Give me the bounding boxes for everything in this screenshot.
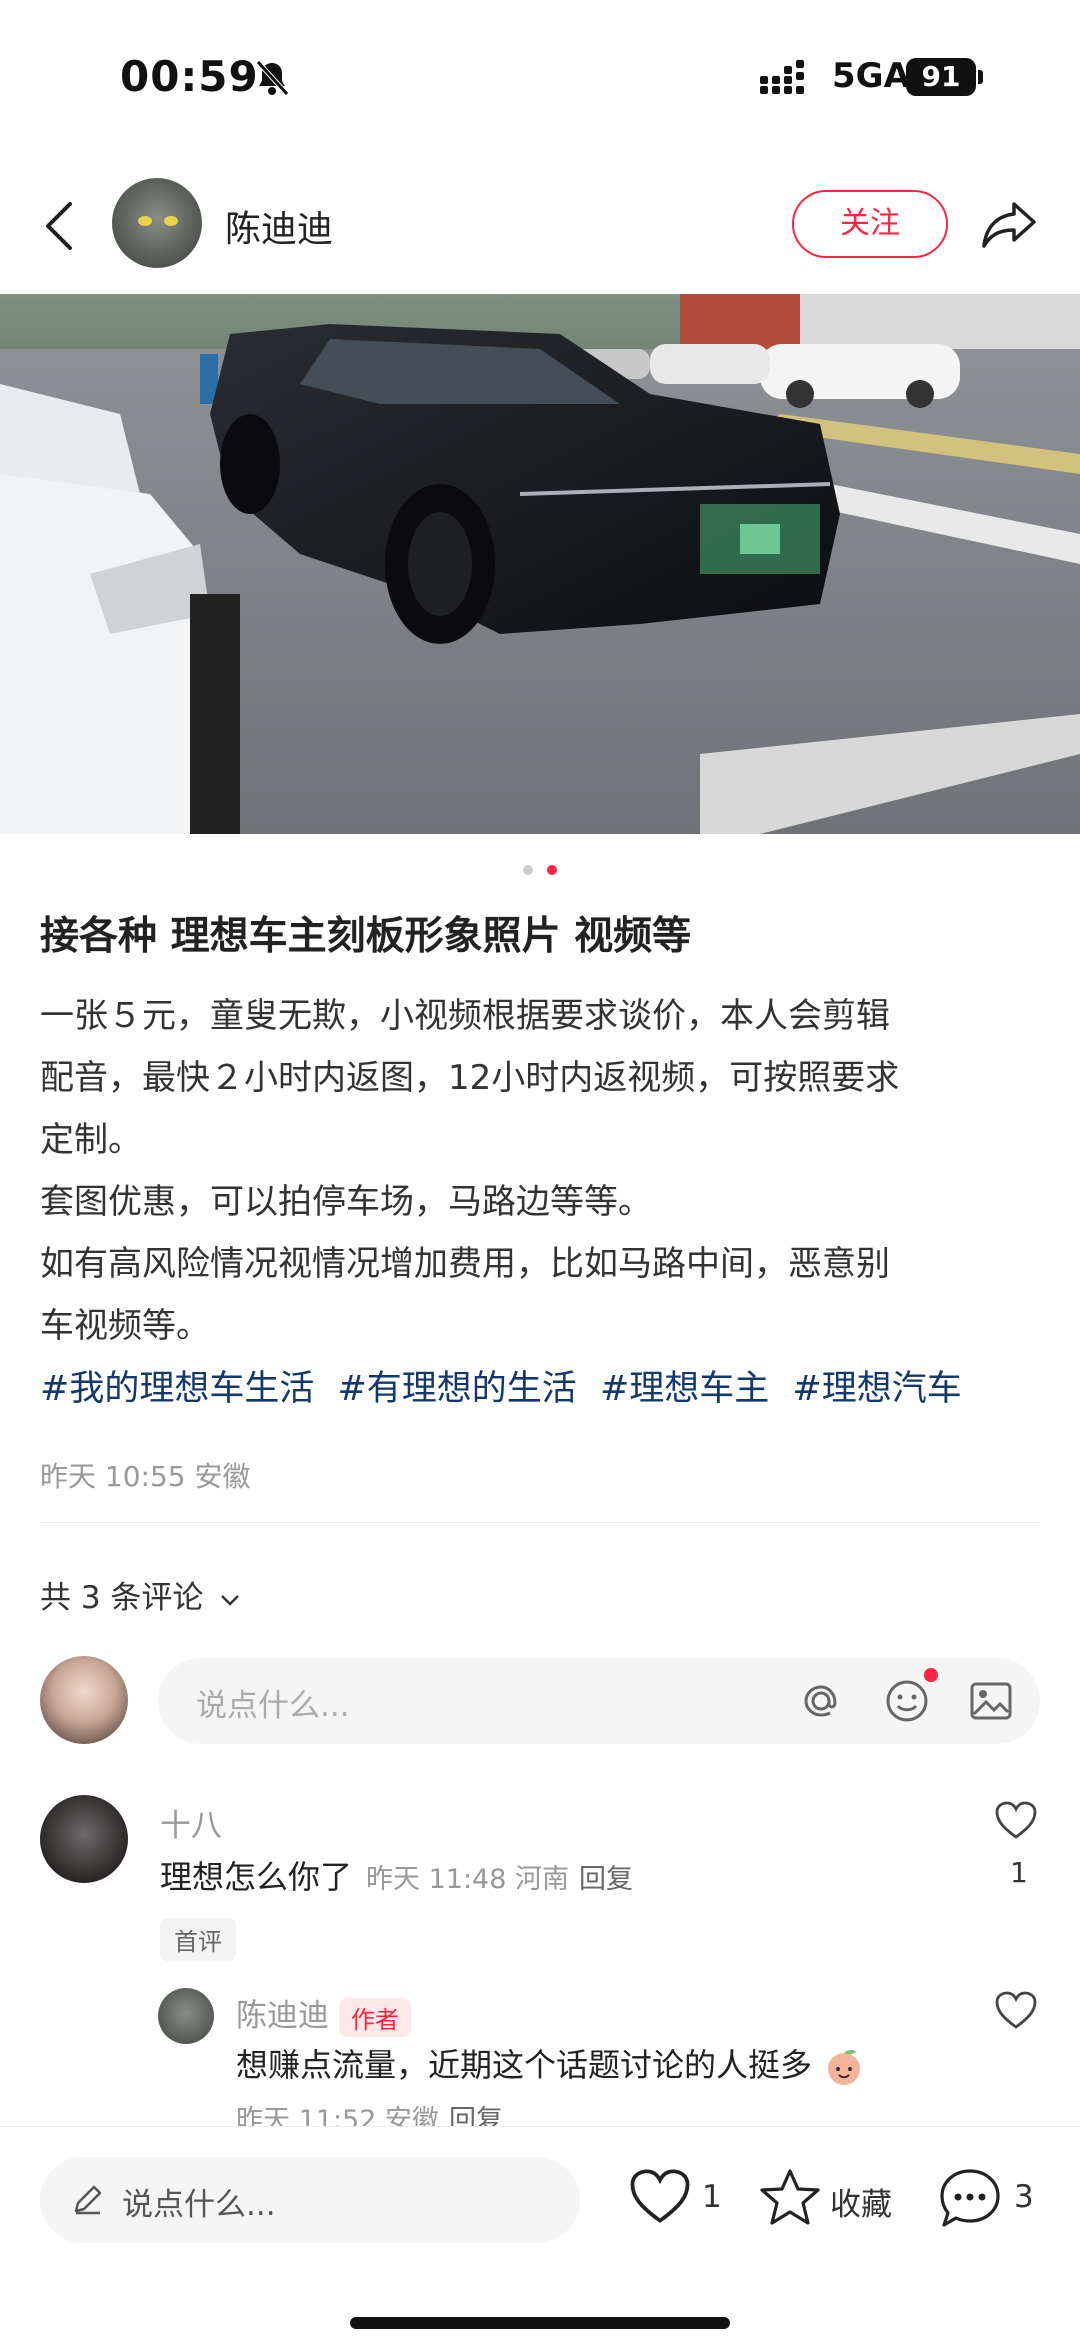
comment-bubble-icon [940,2169,1000,2227]
comment-body: 理想怎么你了 [160,1858,353,1896]
comments-count-label: 共 3 条评论 [40,1580,204,1616]
image-icon[interactable] [968,1678,1014,1724]
gallery-indicator [0,860,1080,879]
reply-text: 想赚点流量，近期这个话题讨论的人挺多 [236,2040,866,2087]
emoji-icon[interactable] [884,1678,930,1724]
gallery-dot [523,865,534,875]
post-body-line: 如有高风险情况视情况增加费用，比如马路中间，恶意别 [40,1244,890,1284]
comment-input-placeholder: 说点什么... [196,1688,350,1724]
gallery-dot-active [546,865,557,875]
author-avatar[interactable] [112,178,202,268]
bell-mute-icon [256,60,289,96]
post-header: 陈迪迪 关注 [0,160,1080,290]
share-arrow-icon[interactable] [980,198,1038,250]
post-photo[interactable] [0,294,1080,834]
post-title: 接各种 理想车主刻板形象照片 视频等 [40,914,692,959]
divider [40,1522,1040,1523]
car-photo-image [0,294,1080,834]
hashtag-link[interactable]: #我的理想车生活 [40,1369,314,1409]
comment-text: 理想怎么你了 昨天 11:48 河南 回复 [160,1852,633,1898]
author-badge: 作者 [339,1998,411,2037]
battery-tip [978,70,983,84]
post-tags: #我的理想车生活 #有理想的生活 #理想车主 #理想汽车 [40,1360,974,1411]
comment-button[interactable]: 3 [938,2167,1048,2231]
status-bar: 00:59 5GA 91 [0,0,1080,150]
network-type: 5GA [832,56,910,96]
post-body-line: 一张５元，童叟无欺，小视频根据要求谈价，本人会剪辑 [40,996,890,1036]
post-body-line: 车视频等。 [40,1306,210,1346]
reply-body: 想赚点流量，近期这个话题讨论的人挺多 [236,2046,813,2084]
like-button[interactable]: 1 [628,2167,728,2231]
heart-icon[interactable] [994,1800,1038,1840]
peach-face-emoji [828,2049,861,2085]
like-count: 1 [702,2179,722,2215]
avatar-eye [164,216,178,226]
comment-meta: 昨天 11:48 河南 [366,1864,569,1895]
reply-author-name[interactable]: 陈迪迪 [236,1998,329,2034]
back-chevron-icon[interactable] [40,200,80,252]
battery-icon: 91 [906,58,976,96]
collect-button[interactable]: 收藏 [758,2167,908,2231]
chevron-down-icon [221,1594,240,1606]
post-meta: 昨天 10:55 安徽 [40,1460,251,1493]
reply-author: 陈迪迪 作者 [236,1990,411,2037]
heart-icon [630,2169,690,2223]
pencil-icon [74,2185,102,2215]
post-body-line: 套图优惠，可以拍停车场，马路边等等。 [40,1182,652,1222]
post-body-line: 定制。 [40,1120,142,1160]
commenter-avatar[interactable] [40,1795,128,1883]
avatar-eye [138,216,152,226]
signal-icon [760,60,804,94]
at-mention-icon[interactable] [798,1678,844,1724]
comments-count-toggle[interactable]: 共 3 条评论 [40,1572,241,1617]
notification-dot [924,1668,938,1682]
post-body-line: 配音，最快２小时内返图，12小时内返视频，可按照要求 [40,1058,900,1098]
follow-button[interactable]: 关注 [792,190,948,258]
reply-link[interactable]: 回复 [579,1864,633,1895]
reply-avatar[interactable] [158,1988,214,2044]
hashtag-link[interactable]: #理想汽车 [792,1369,961,1409]
bottom-input-placeholder: 说点什么... [122,2187,276,2223]
post-body: 一张５元，童叟无欺，小视频根据要求谈价，本人会剪辑 配音，最快２小时内返图，12… [40,985,1050,1357]
star-icon [760,2169,820,2225]
collect-label: 收藏 [830,2187,892,2223]
bottom-comment-input[interactable]: 说点什么... [40,2157,580,2243]
my-avatar [40,1656,128,1744]
heart-icon[interactable] [994,1990,1038,2030]
status-time: 00:59 [120,52,259,101]
comment-count: 3 [1014,2179,1034,2215]
author-name[interactable]: 陈迪迪 [225,200,333,252]
comment-input[interactable]: 说点什么... [158,1658,1040,1744]
comment-like-count: 1 [1010,1856,1028,1889]
bottom-action-bar: 说点什么... 1 收藏 3 [0,2126,1080,2346]
hashtag-link[interactable]: #理想车主 [600,1369,769,1409]
hashtag-link[interactable]: #有理想的生活 [337,1369,576,1409]
commenter-name[interactable]: 十八 [160,1800,222,1845]
home-indicator [350,2317,730,2329]
first-comment-badge: 首评 [160,1918,236,1961]
